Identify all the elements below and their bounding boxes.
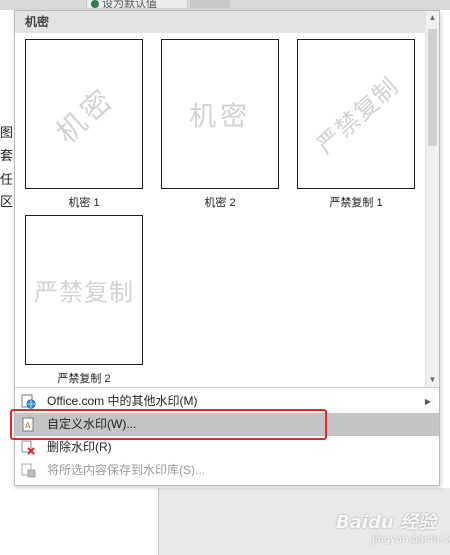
baidu-jingyan-watermark: Baidu 经验 xyxy=(336,512,437,533)
scroll-down-icon[interactable]: ▼ xyxy=(426,373,439,387)
doc-text: 图 xyxy=(0,125,14,140)
highlight-annotation-box xyxy=(10,409,327,440)
page-thumbnail: 严禁复制 xyxy=(297,39,415,189)
page-thumbnail: 机密 xyxy=(161,39,279,189)
watermark-caption: 机密 2 xyxy=(204,197,236,209)
set-default-tab[interactable]: 设为默认值 xyxy=(86,0,188,8)
watermark-caption: 机密 1 xyxy=(68,197,100,209)
watermark-text: 机密 xyxy=(189,101,251,133)
baidu-domain-watermark: jingyan.baidu.com xyxy=(372,534,450,545)
page-thumbnail: 严禁复制 xyxy=(25,215,143,365)
watermark-text: 严禁复制 xyxy=(311,71,405,160)
set-default-label: 设为默认值 xyxy=(102,0,157,8)
watermark-text: 严禁复制 xyxy=(34,278,134,307)
gallery-section-header: 机密 xyxy=(15,11,439,33)
scrollbar-thumb[interactable] xyxy=(428,29,437,146)
menu-item-save-to-gallery[interactable]: 将所选内容保存到水印库(S)... xyxy=(15,459,439,482)
scroll-up-icon[interactable]: ▲ xyxy=(426,11,439,25)
watermark-thumbnails: 机密 机密 1 机密 机密 2 严禁复制 严禁复制 1 严禁复制 严禁复制 2 xyxy=(15,33,425,385)
menu-item-label: 将所选内容保存到水印库(S)... xyxy=(47,463,205,477)
ribbon-tab[interactable] xyxy=(190,0,230,8)
doc-text: 区 xyxy=(0,194,14,209)
watermark-caption: 严禁复制 1 xyxy=(329,197,383,209)
watermark-caption: 严禁复制 2 xyxy=(57,373,111,385)
page-thumbnail: 机密 xyxy=(25,39,143,189)
submenu-arrow-icon: ▶ xyxy=(424,397,431,406)
save-to-gallery-icon xyxy=(21,463,36,478)
office-globe-icon xyxy=(21,394,36,409)
doc-text: 套 xyxy=(0,148,14,163)
remove-watermark-icon xyxy=(21,440,36,455)
set-default-icon xyxy=(91,0,99,8)
doc-text: 任 xyxy=(0,172,14,187)
watermark-text: 机密 xyxy=(49,80,122,151)
gallery-scrollbar[interactable]: ▲ ▼ xyxy=(425,11,439,387)
